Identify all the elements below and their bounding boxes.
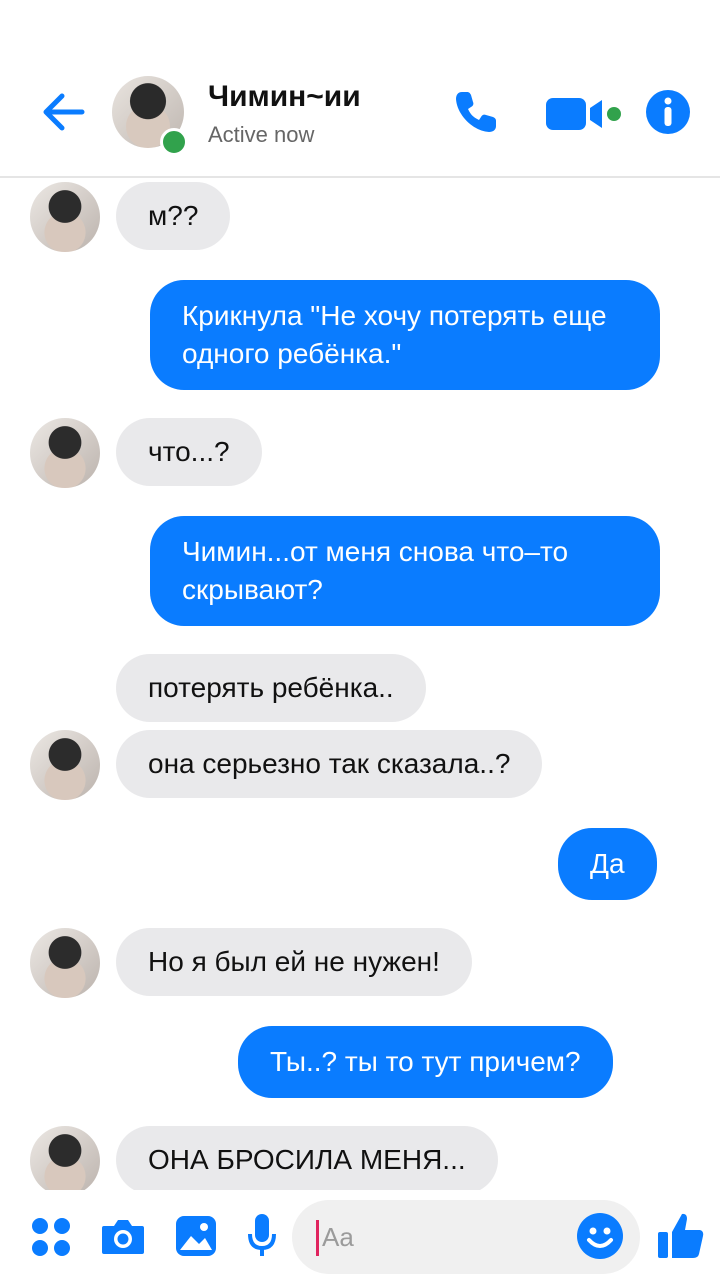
sender-avatar: [30, 182, 100, 252]
outgoing-message[interactable]: Ты..? ты то тут причем?: [238, 1026, 613, 1098]
online-status-dot: [160, 128, 188, 156]
message-list: м?? Крикнула "Не хочу потерять еще одног…: [0, 178, 720, 1190]
microphone-icon[interactable]: [246, 1212, 278, 1260]
incoming-message[interactable]: потерять ребёнка..: [116, 654, 426, 722]
active-status: Active now: [208, 122, 315, 147]
sender-avatar: [30, 1126, 100, 1190]
back-arrow-icon[interactable]: [38, 86, 90, 138]
message-input[interactable]: Aa: [292, 1200, 640, 1274]
incoming-message[interactable]: она серьезно так сказала..?: [116, 730, 543, 798]
text-cursor: [316, 1220, 319, 1256]
incoming-message[interactable]: ОНА БРОСИЛА МЕНЯ...: [116, 1126, 498, 1190]
image-icon[interactable]: [174, 1214, 218, 1258]
sender-avatar: [30, 418, 100, 488]
info-icon[interactable]: [644, 88, 692, 136]
outgoing-message[interactable]: Чимин...от меня снова что–то скрывают?: [150, 516, 660, 626]
sender-avatar: [30, 730, 100, 800]
contact-name[interactable]: Чимин~ии: [208, 80, 361, 114]
sender-avatar: [30, 928, 100, 998]
thumbs-up-icon[interactable]: [656, 1210, 706, 1260]
camera-icon[interactable]: [100, 1216, 146, 1256]
phone-icon[interactable]: [452, 88, 500, 136]
incoming-message[interactable]: м??: [116, 182, 231, 250]
outgoing-message[interactable]: Крикнула "Не хочу потерять еще одного ре…: [150, 280, 660, 390]
chat-header: Чимин~ии Active now: [0, 0, 720, 178]
apps-grid-icon[interactable]: [30, 1216, 72, 1258]
input-placeholder: Aa: [322, 1222, 354, 1252]
outgoing-message[interactable]: Да: [558, 828, 657, 900]
message-composer: Aa: [0, 1190, 720, 1280]
incoming-message[interactable]: Но я был ей не нужен!: [116, 928, 472, 996]
incoming-message[interactable]: что...?: [116, 418, 262, 486]
emoji-icon[interactable]: [576, 1212, 624, 1260]
video-camera-icon[interactable]: [544, 94, 624, 134]
